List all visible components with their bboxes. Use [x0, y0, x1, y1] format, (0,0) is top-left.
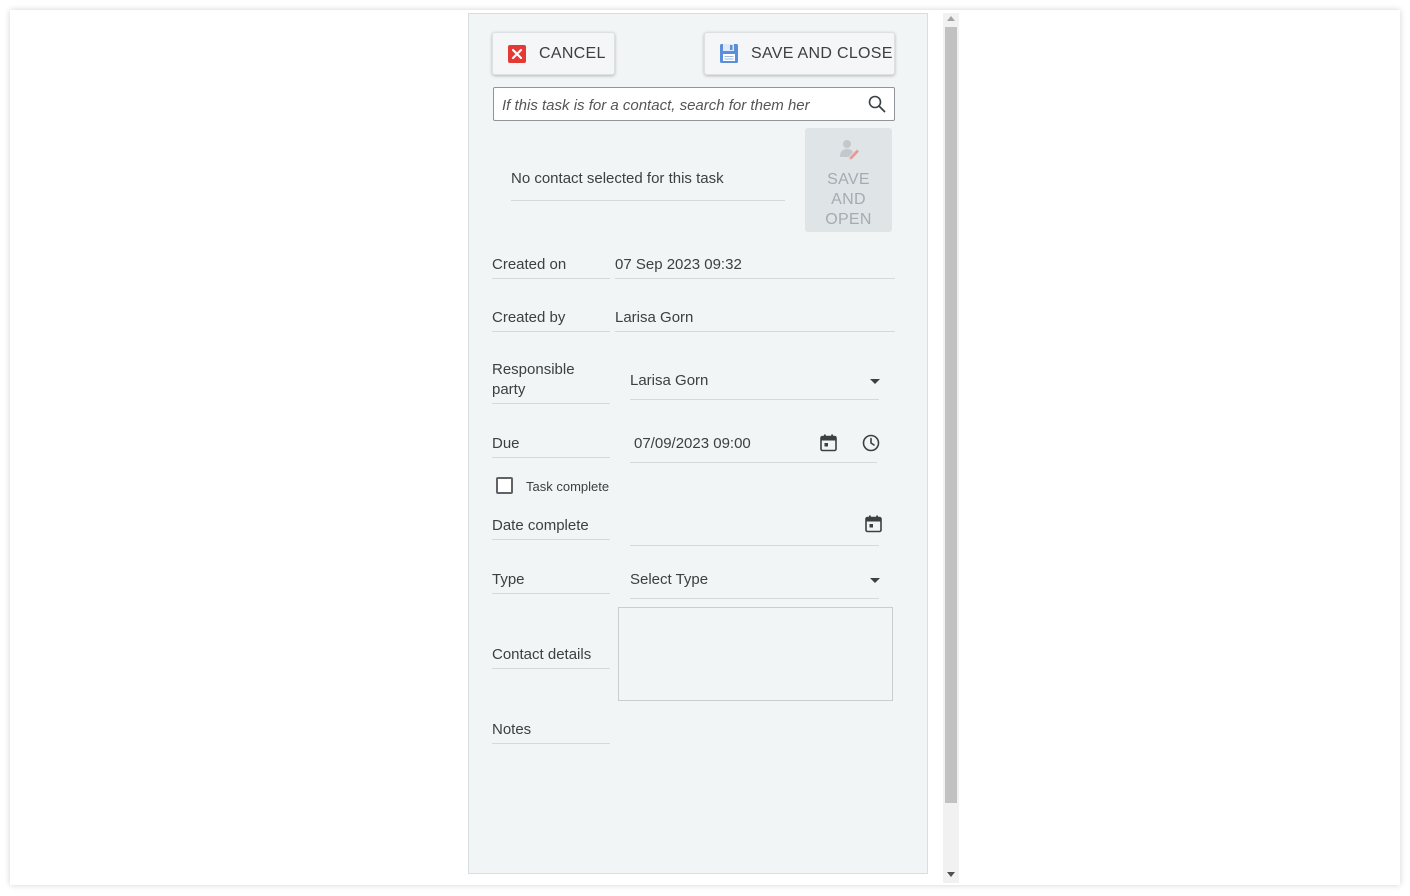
- scroll-up-icon[interactable]: [947, 16, 955, 21]
- created-by-value: Larisa Gorn: [615, 308, 895, 332]
- created-on-label: Created on: [492, 255, 610, 279]
- notes-label: Notes: [492, 720, 610, 744]
- chevron-down-icon: [870, 578, 880, 583]
- due-field[interactable]: 07/09/2023 09:00: [630, 434, 880, 463]
- contact-search-input[interactable]: [500, 88, 834, 122]
- responsible-party-select[interactable]: Larisa Gorn: [630, 371, 880, 400]
- created-on-value: 07 Sep 2023 09:32: [615, 255, 895, 279]
- no-contact-message: No contact selected for this task: [511, 170, 785, 201]
- search-icon[interactable]: [868, 95, 886, 118]
- task-complete-label: Task complete: [526, 479, 610, 494]
- floppy-disk-icon: [720, 44, 738, 63]
- scroll-down-icon[interactable]: [947, 872, 955, 877]
- clock-icon[interactable]: [862, 434, 880, 458]
- created-by-label: Created by: [492, 308, 610, 332]
- save-and-close-label: SAVE AND CLOSE: [751, 44, 893, 62]
- type-label: Type: [492, 570, 610, 594]
- save-and-open-button[interactable]: SAVE AND OPEN: [805, 128, 892, 232]
- chevron-down-icon: [870, 379, 880, 384]
- date-complete-field[interactable]: [630, 515, 882, 546]
- cancel-button[interactable]: CANCEL: [492, 32, 615, 75]
- contact-details-textarea[interactable]: [618, 607, 893, 701]
- responsible-party-label: Responsible party: [492, 360, 610, 404]
- scrollbar[interactable]: [943, 13, 959, 883]
- person-edit-icon: [838, 138, 860, 166]
- type-value: Select Type: [630, 571, 709, 588]
- due-label: Due: [492, 434, 610, 458]
- scroll-thumb[interactable]: [945, 27, 957, 803]
- task-complete-checkbox[interactable]: [496, 477, 513, 494]
- save-and-open-label: SAVE AND OPEN: [825, 171, 872, 228]
- type-select[interactable]: Select Type: [630, 570, 880, 599]
- date-complete-label: Date complete: [492, 516, 610, 540]
- due-value: 07/09/2023 09:00: [634, 435, 751, 452]
- contact-details-label: Contact details: [492, 645, 610, 669]
- close-square-icon: [508, 44, 526, 63]
- contact-search: [493, 87, 895, 122]
- calendar-icon[interactable]: [820, 434, 837, 458]
- save-and-close-button[interactable]: SAVE AND CLOSE: [704, 32, 895, 75]
- responsible-party-value: Larisa Gorn: [630, 372, 709, 389]
- calendar-icon[interactable]: [865, 515, 882, 539]
- cancel-label: CANCEL: [539, 44, 606, 62]
